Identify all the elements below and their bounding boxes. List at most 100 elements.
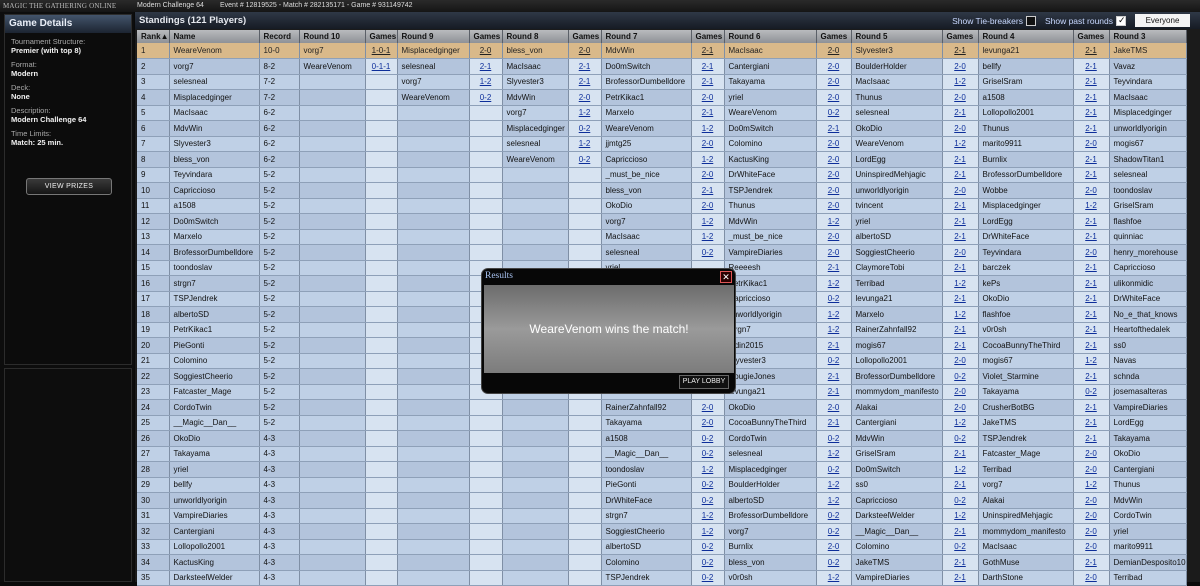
games-result-link[interactable]: 2-0 <box>1073 508 1110 524</box>
games-result-link[interactable]: 2-1 <box>568 74 602 90</box>
table-row[interactable]: 5 MacIsaac 6-2 vorg7 1-2 Marxelo 2-1 WeareVenom… <box>137 105 1187 121</box>
games-result-link[interactable] <box>568 554 602 571</box>
games-result-link[interactable]: 0-2 <box>816 430 852 447</box>
games-result-link[interactable]: 2-0 <box>568 43 602 59</box>
games-result-link[interactable] <box>365 523 398 540</box>
games-result-link[interactable]: 1-2 <box>942 461 979 478</box>
games-result-link[interactable] <box>469 415 503 431</box>
games-result-link[interactable] <box>365 508 398 524</box>
games-result-link[interactable]: 2-0 <box>942 182 979 199</box>
past-rounds-toggle[interactable]: Show past rounds <box>1045 15 1135 26</box>
games-result-link[interactable]: 2-0 <box>1073 136 1110 152</box>
games-result-link[interactable] <box>469 167 503 183</box>
view-prizes-button[interactable]: VIEW PRIZES <box>26 178 112 195</box>
games-result-link[interactable]: 0-2 <box>568 120 602 137</box>
column-header[interactable]: Games <box>691 30 725 43</box>
column-header[interactable]: Games <box>816 30 852 43</box>
games-result-link[interactable]: 2-1 <box>691 105 725 121</box>
games-result-link[interactable]: 2-1 <box>942 477 979 493</box>
games-result-link[interactable]: 2-1 <box>942 229 979 245</box>
games-result-link[interactable] <box>568 446 602 462</box>
games-result-link[interactable]: 0-2 <box>568 151 602 168</box>
games-result-link[interactable]: 1-2 <box>691 461 725 478</box>
games-result-link[interactable] <box>365 182 398 199</box>
games-result-link[interactable]: 2-1 <box>1073 43 1110 59</box>
games-result-link[interactable]: 2-1 <box>1073 430 1110 447</box>
games-result-link[interactable]: 1-2 <box>816 446 852 462</box>
games-result-link[interactable]: 1-2 <box>1073 477 1110 493</box>
games-result-link[interactable]: 1-2 <box>816 322 852 338</box>
table-row[interactable]: 31 VampireDiaries 4-3 strgn7 1-2 BrofessorDum… <box>137 508 1187 524</box>
games-result-link[interactable]: 0-1-1 <box>365 58 398 75</box>
games-result-link[interactable]: 0-2 <box>816 353 852 369</box>
table-row[interactable]: 14 BrofessorDumbelldore 5-2 selesneal 0-2 Vam… <box>137 244 1187 261</box>
games-result-link[interactable]: 2-0 <box>942 58 979 75</box>
column-header[interactable]: Round 5 <box>851 30 943 43</box>
column-header[interactable]: Round 7 <box>601 30 692 43</box>
games-result-link[interactable]: 2-1 <box>816 337 852 354</box>
games-result-link[interactable] <box>365 136 398 152</box>
games-result-link[interactable]: 2-1 <box>1073 74 1110 90</box>
games-result-link[interactable] <box>469 213 503 230</box>
games-result-link[interactable]: 0-2 <box>816 105 852 121</box>
games-result-link[interactable] <box>365 554 398 571</box>
games-result-link[interactable]: 1-2 <box>942 415 979 431</box>
games-result-link[interactable]: 2-0 <box>816 198 852 214</box>
table-row[interactable]: 1 WeareVenom 10-0 vorg7 1-0-1 Misplacedginger… <box>137 43 1187 59</box>
games-result-link[interactable] <box>365 120 398 137</box>
games-result-link[interactable]: 2-1 <box>691 74 725 90</box>
games-result-link[interactable]: 1-2 <box>1073 198 1110 214</box>
games-result-link[interactable]: 2-0 <box>816 136 852 152</box>
games-result-link[interactable]: 2-0 <box>942 384 979 400</box>
close-icon[interactable]: ✕ <box>720 271 732 283</box>
games-result-link[interactable]: 2-1 <box>1073 275 1110 292</box>
table-row[interactable]: 12 Do0mSwitch 5-2 vorg7 1-2 MdvWin 1-2 yriel 2-1… <box>137 213 1187 230</box>
games-result-link[interactable]: 2-1 <box>942 43 979 59</box>
games-result-link[interactable] <box>568 198 602 214</box>
games-result-link[interactable] <box>469 570 503 586</box>
games-result-link[interactable]: 2-0 <box>1073 523 1110 540</box>
games-result-link[interactable]: 0-2 <box>816 554 852 571</box>
games-result-link[interactable]: 0-2 <box>942 430 979 447</box>
column-header[interactable]: Record <box>259 30 300 43</box>
games-result-link[interactable] <box>365 477 398 493</box>
games-result-link[interactable] <box>365 430 398 447</box>
games-result-link[interactable] <box>469 430 503 447</box>
games-result-link[interactable] <box>365 260 398 276</box>
games-result-link[interactable]: 2-1 <box>1073 89 1110 106</box>
games-result-link[interactable]: 2-0 <box>691 167 725 183</box>
games-result-link[interactable]: 1-2 <box>942 74 979 90</box>
past-rounds-checkbox[interactable] <box>1116 15 1126 26</box>
games-result-link[interactable]: 2-1 <box>1073 58 1110 75</box>
table-row[interactable]: 34 KactusKing 4-3 Colomino 0-2 bless_von 0-2 Ja… <box>137 554 1187 571</box>
games-result-link[interactable] <box>568 539 602 555</box>
games-result-link[interactable]: 1-2 <box>816 213 852 230</box>
games-result-link[interactable] <box>568 399 602 416</box>
games-result-link[interactable]: 2-0 <box>691 136 725 152</box>
games-result-link[interactable]: 2-1 <box>1073 120 1110 137</box>
games-result-link[interactable] <box>469 120 503 137</box>
games-result-link[interactable] <box>469 198 503 214</box>
games-result-link[interactable] <box>568 570 602 586</box>
column-header[interactable]: Games <box>365 30 398 43</box>
games-result-link[interactable]: 1-2 <box>816 570 852 586</box>
games-result-link[interactable]: 2-1 <box>1073 167 1110 183</box>
games-result-link[interactable]: 2-1 <box>469 58 503 75</box>
games-result-link[interactable] <box>365 570 398 586</box>
games-result-link[interactable]: 2-0 <box>1073 182 1110 199</box>
games-result-link[interactable] <box>568 415 602 431</box>
games-result-link[interactable]: 2-1 <box>942 167 979 183</box>
games-result-link[interactable] <box>365 167 398 183</box>
games-result-link[interactable] <box>365 213 398 230</box>
games-result-link[interactable]: 2-0 <box>816 151 852 168</box>
games-result-link[interactable]: 0-2 <box>691 430 725 447</box>
games-result-link[interactable] <box>365 415 398 431</box>
games-result-link[interactable]: 2-0 <box>469 43 503 59</box>
games-result-link[interactable]: 0-2 <box>1073 384 1110 400</box>
games-result-link[interactable] <box>568 508 602 524</box>
games-result-link[interactable]: 2-0 <box>816 43 852 59</box>
games-result-link[interactable]: 2-1 <box>942 523 979 540</box>
games-result-link[interactable]: 2-0 <box>816 182 852 199</box>
games-result-link[interactable] <box>365 89 398 106</box>
games-result-link[interactable] <box>365 275 398 292</box>
